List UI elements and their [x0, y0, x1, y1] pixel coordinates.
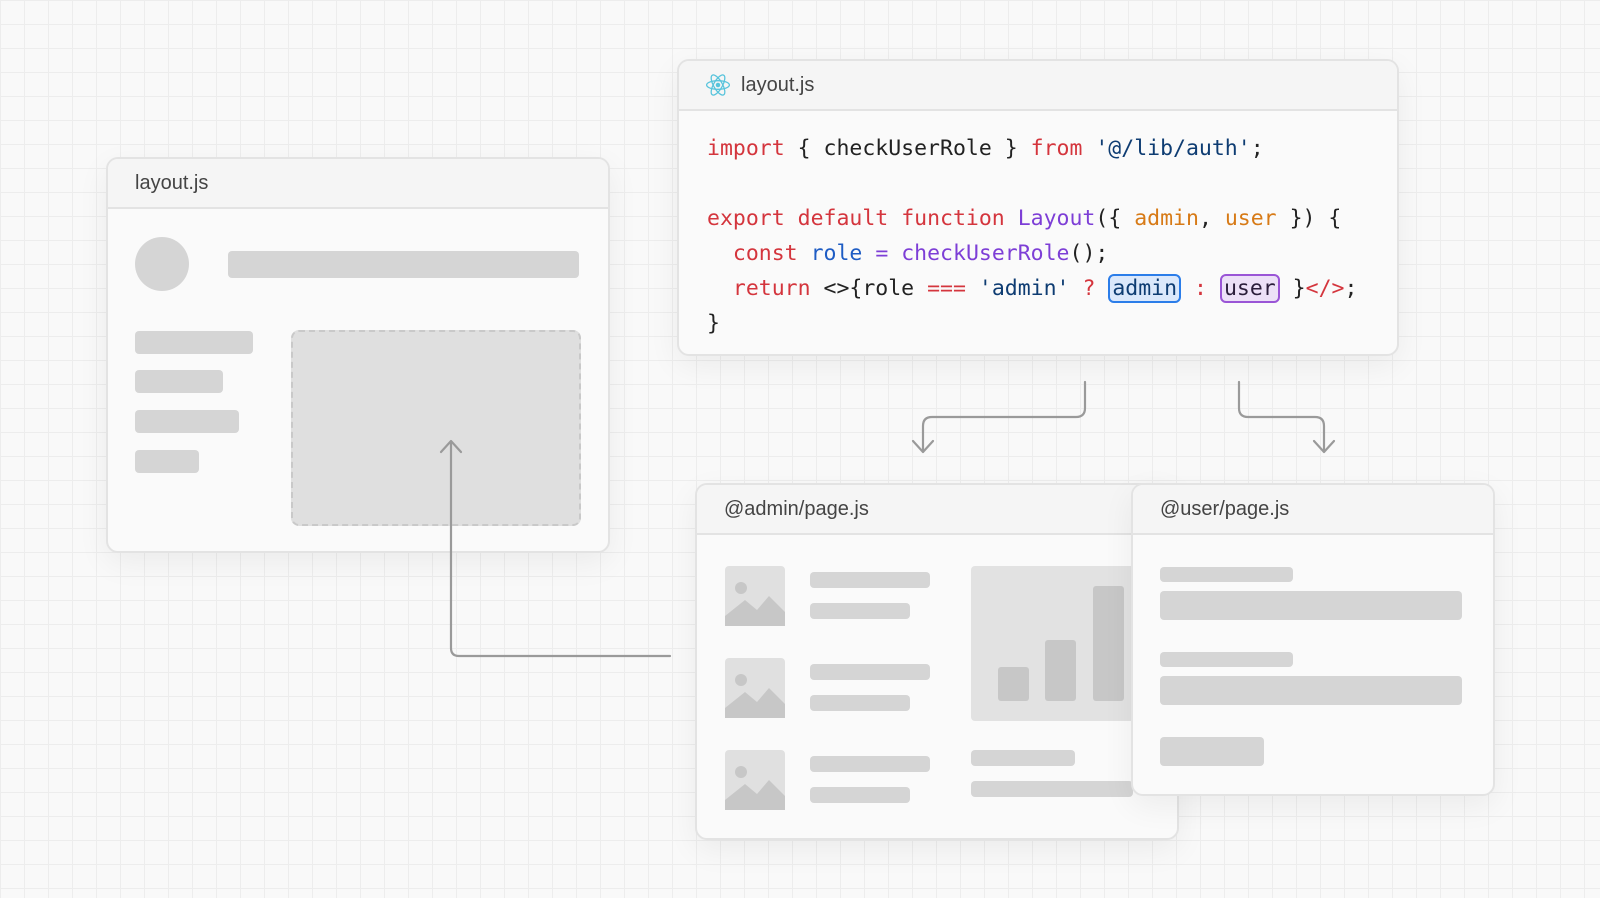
admin-page-title: @admin/page.js [724, 497, 869, 520]
user-label-1 [1160, 567, 1293, 582]
user-page-card: @user/page.js [1131, 483, 1495, 796]
user-page-title: @user/page.js [1160, 497, 1290, 520]
user-field-2 [1160, 676, 1462, 705]
arrow-to-admin [921, 380, 1087, 453]
image-icon [725, 658, 785, 718]
admin-page-card: @admin/page.js [695, 483, 1179, 840]
user-button-placeholder [1160, 737, 1264, 766]
chart-bar-1 [998, 667, 1029, 701]
arrow-to-user [1237, 380, 1326, 453]
image-icon [725, 566, 785, 626]
admin-row-1-line-2 [810, 603, 910, 619]
admin-row-3-line-2 [810, 787, 910, 803]
chart-bar-2 [1045, 640, 1076, 701]
admin-page-header: @admin/page.js [697, 485, 1177, 535]
admin-footer-line-1 [971, 750, 1075, 766]
admin-row-1-line-1 [810, 572, 930, 588]
image-icon [725, 750, 785, 810]
admin-footer-line-2 [971, 781, 1133, 797]
bar-chart-placeholder [971, 566, 1151, 721]
chart-bar-3 [1093, 586, 1124, 701]
user-page-header: @user/page.js [1133, 485, 1493, 535]
admin-row-2-line-2 [810, 695, 910, 711]
user-label-2 [1160, 652, 1293, 667]
user-field-1 [1160, 591, 1462, 620]
admin-row-3-line-1 [810, 756, 930, 772]
arrow-to-slot [449, 440, 672, 658]
admin-row-2-line-1 [810, 664, 930, 680]
